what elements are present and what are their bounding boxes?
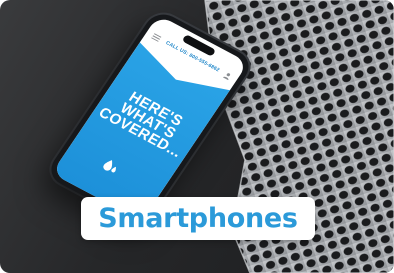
hamburger-menu-icon [151, 33, 162, 42]
water-drop-icon [103, 160, 116, 173]
category-card[interactable]: CALL US: 800-555-6862 HERE'S WHAT'S COVE… [0, 0, 394, 273]
category-label-text: Smartphones [98, 203, 298, 234]
user-icon [223, 72, 231, 80]
category-label[interactable]: Smartphones [81, 197, 315, 240]
phone-headline: HERE'S WHAT'S COVERED... [91, 80, 205, 163]
